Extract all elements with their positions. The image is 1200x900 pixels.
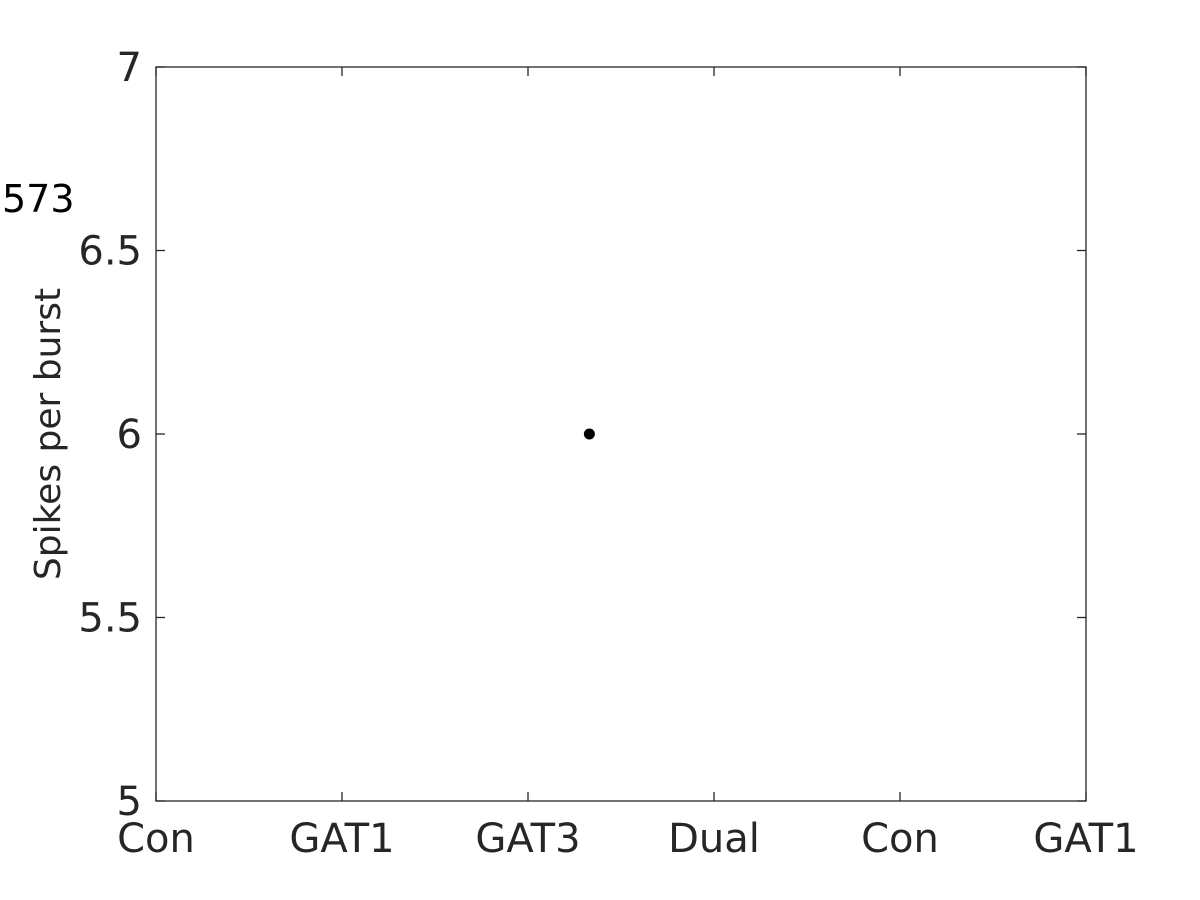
y-tick-label: 6.5 (78, 229, 142, 275)
annotation-text: 573 (2, 177, 75, 221)
y-tick-label: 5.5 (78, 596, 142, 642)
x-tick-label: GAT3 (475, 816, 580, 862)
y-tick-label: 6 (117, 412, 142, 458)
data-marks (583, 428, 595, 440)
axes-box (155, 66, 1087, 802)
x-tick-label: Dual (668, 816, 760, 862)
axis-labels: Spikes per burst 573 Con GAT1 GAT3 Dual Con G… (2, 45, 1139, 862)
x-tick-label: GAT1 (289, 816, 394, 862)
x-tick-label: GAT1 (1033, 816, 1138, 862)
y-axis-label: Spikes per burst (28, 288, 69, 580)
plot-area (155, 66, 1087, 802)
y-tick-label: 5 (117, 779, 142, 825)
y-tick-label: 7 (117, 45, 142, 91)
data-point (583, 428, 595, 440)
x-tick-label: Con (861, 816, 939, 862)
chart: Spikes per burst 573 Con GAT1 GAT3 Dual Con G… (2, 45, 1139, 862)
